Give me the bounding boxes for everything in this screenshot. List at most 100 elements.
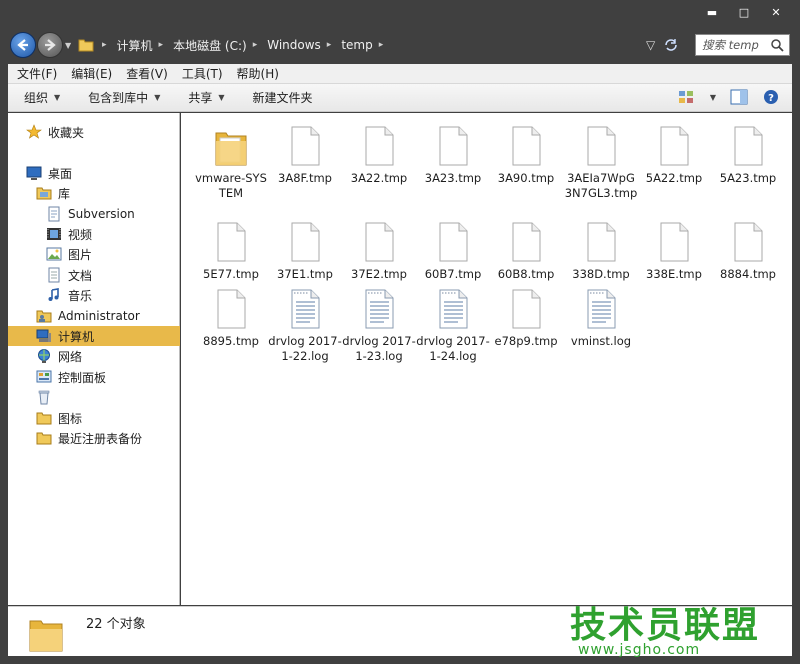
arrow-left-icon bbox=[17, 39, 28, 51]
file-item[interactable]: 60B8.tmp bbox=[489, 221, 563, 282]
organize-button[interactable]: 组织 ▼ bbox=[24, 89, 60, 106]
file-item[interactable]: 3A23.tmp bbox=[416, 125, 490, 186]
minimize-button[interactable]: ▬ bbox=[696, 0, 728, 24]
organize-label: 组织 bbox=[24, 91, 49, 105]
address-history-dropdown[interactable]: ▽ bbox=[646, 38, 655, 52]
breadcrumb-separator[interactable]: ▸ bbox=[159, 40, 164, 50]
sidebar-item-recycle-bin[interactable] bbox=[8, 387, 180, 407]
file-name: 3AEIa7WpG3N7GL3.tmp bbox=[564, 171, 638, 200]
file-icon bbox=[512, 222, 541, 262]
file-icon bbox=[587, 222, 616, 262]
help-icon[interactable]: ? bbox=[762, 89, 780, 105]
file-item-folder[interactable]: vmware-SYSTEM bbox=[194, 125, 268, 201]
sidebar-item-administrator[interactable]: Administrator bbox=[8, 306, 180, 326]
breadcrumb-separator[interactable]: ▸ bbox=[327, 40, 332, 50]
document-library-icon bbox=[48, 206, 60, 222]
sidebar-item-icons-folder[interactable]: 图标 bbox=[8, 408, 180, 428]
file-name: e78p9.tmp bbox=[494, 334, 558, 348]
breadcrumb-computer[interactable]: 计算机 bbox=[117, 37, 153, 54]
sidebar-item-favorites[interactable]: 收藏夹 bbox=[8, 122, 180, 142]
file-item[interactable]: 8884.tmp bbox=[711, 221, 785, 282]
search-input[interactable]: 搜索 temp bbox=[702, 37, 770, 53]
menu-edit[interactable]: 编辑(E) bbox=[71, 65, 112, 82]
sidebar-item-computer[interactable]: 计算机 bbox=[8, 326, 180, 346]
command-bar: 组织 ▼ 包含到库中 ▼ 共享 ▼ 新建文件夹 ▼ ? bbox=[8, 84, 792, 112]
refresh-icon[interactable] bbox=[663, 38, 679, 52]
file-item[interactable]: e78p9.tmp bbox=[489, 288, 563, 349]
file-icon bbox=[291, 126, 320, 166]
log-file-icon bbox=[365, 289, 394, 329]
file-icon bbox=[660, 222, 689, 262]
file-item[interactable]: drvlog 2017-1-24.log bbox=[416, 288, 490, 364]
sidebar-item-pictures[interactable]: 图片 bbox=[8, 244, 180, 264]
file-item[interactable]: 8895.tmp bbox=[194, 288, 268, 349]
file-item[interactable]: 3A8F.tmp bbox=[268, 125, 342, 186]
log-file-icon bbox=[439, 289, 468, 329]
file-item[interactable]: 338D.tmp bbox=[564, 221, 638, 282]
file-name: 3A23.tmp bbox=[424, 171, 482, 185]
watermark-title: 技术员联盟 bbox=[570, 605, 761, 646]
file-item[interactable]: 60B7.tmp bbox=[416, 221, 490, 282]
menu-tools[interactable]: 工具(T) bbox=[182, 65, 223, 82]
file-item[interactable]: drvlog 2017-1-23.log bbox=[342, 288, 416, 364]
include-in-library-button[interactable]: 包含到库中 ▼ bbox=[88, 89, 160, 106]
back-button[interactable] bbox=[10, 32, 36, 58]
close-button[interactable]: ✕ bbox=[760, 0, 792, 24]
breadcrumb-separator[interactable]: ▸ bbox=[102, 40, 107, 50]
file-item[interactable]: vminst.log bbox=[564, 288, 638, 349]
sidebar-item-recent-backup[interactable]: 最近注册表备份 bbox=[8, 428, 180, 448]
breadcrumb-temp[interactable]: temp bbox=[341, 38, 372, 52]
menu-help[interactable]: 帮助(H) bbox=[237, 65, 279, 82]
file-icon bbox=[365, 222, 394, 262]
view-options-icon[interactable] bbox=[678, 89, 696, 105]
desktop-icon bbox=[26, 166, 42, 180]
sidebar-label: 计算机 bbox=[58, 329, 95, 344]
view-dropdown[interactable]: ▼ bbox=[710, 93, 716, 102]
sidebar-item-desktop[interactable]: 桌面 bbox=[8, 163, 180, 183]
menu-view[interactable]: 查看(V) bbox=[126, 65, 168, 82]
file-item[interactable]: 5A23.tmp bbox=[711, 125, 785, 186]
sidebar-item-subversion[interactable]: Subversion bbox=[8, 204, 180, 224]
sidebar-item-network[interactable]: 网络 bbox=[8, 346, 180, 366]
search-icon bbox=[771, 39, 784, 52]
sidebar-item-control-panel[interactable]: 控制面板 bbox=[8, 367, 180, 387]
breadcrumb-separator[interactable]: ▸ bbox=[379, 40, 384, 50]
chevron-down-icon: ▼ bbox=[54, 93, 61, 102]
share-button[interactable]: 共享 ▼ bbox=[188, 89, 224, 106]
menu-file[interactable]: 文件(F) bbox=[17, 65, 57, 82]
sidebar-item-videos[interactable]: 视频 bbox=[8, 224, 180, 244]
file-item[interactable]: drvlog 2017-1-22.log bbox=[268, 288, 342, 364]
watermark-url: www.jsgho.com bbox=[578, 642, 701, 658]
new-folder-button[interactable]: 新建文件夹 bbox=[253, 89, 313, 106]
libraries-icon bbox=[36, 187, 52, 200]
file-item[interactable]: 3AEIa7WpG3N7GL3.tmp bbox=[564, 125, 638, 201]
file-icon bbox=[365, 126, 394, 166]
file-item[interactable]: 5E77.tmp bbox=[194, 221, 268, 282]
search-box[interactable]: 搜索 temp bbox=[695, 34, 790, 56]
watermark-logo: 技术员联盟 www.jsgho.com bbox=[570, 596, 770, 662]
file-icon bbox=[439, 126, 468, 166]
file-item[interactable]: 338E.tmp bbox=[637, 221, 711, 282]
folder-icon bbox=[36, 412, 52, 425]
file-name: 5A22.tmp bbox=[645, 171, 703, 185]
maximize-button[interactable]: □ bbox=[728, 0, 760, 24]
breadcrumb-windows[interactable]: Windows bbox=[267, 38, 321, 52]
sidebar-item-music[interactable]: 音乐 bbox=[8, 285, 180, 305]
file-icon bbox=[734, 222, 763, 262]
file-item[interactable]: 37E1.tmp bbox=[268, 221, 342, 282]
sidebar-item-documents[interactable]: 文档 bbox=[8, 265, 180, 285]
file-item[interactable]: 5A22.tmp bbox=[637, 125, 711, 186]
sidebar-label: 最近注册表备份 bbox=[58, 431, 143, 446]
breadcrumb-separator[interactable]: ▸ bbox=[253, 40, 258, 50]
sidebar-item-libraries[interactable]: 库 bbox=[8, 183, 180, 203]
forward-button[interactable] bbox=[37, 32, 63, 58]
file-item[interactable]: 37E2.tmp bbox=[342, 221, 416, 282]
sidebar-label: Administrator bbox=[58, 309, 140, 323]
recent-pages-dropdown[interactable]: ▼ bbox=[65, 41, 71, 50]
file-name: drvlog 2017-1-22.log bbox=[268, 334, 342, 363]
breadcrumb-local-disk[interactable]: 本地磁盘 (C:) bbox=[173, 37, 247, 54]
breadcrumb[interactable]: ▸ 计算机 ▸ 本地磁盘 (C:) ▸ Windows ▸ temp ▸ bbox=[78, 35, 393, 55]
file-item[interactable]: 3A90.tmp bbox=[489, 125, 563, 186]
file-item[interactable]: 3A22.tmp bbox=[342, 125, 416, 186]
preview-pane-icon[interactable] bbox=[730, 89, 748, 105]
